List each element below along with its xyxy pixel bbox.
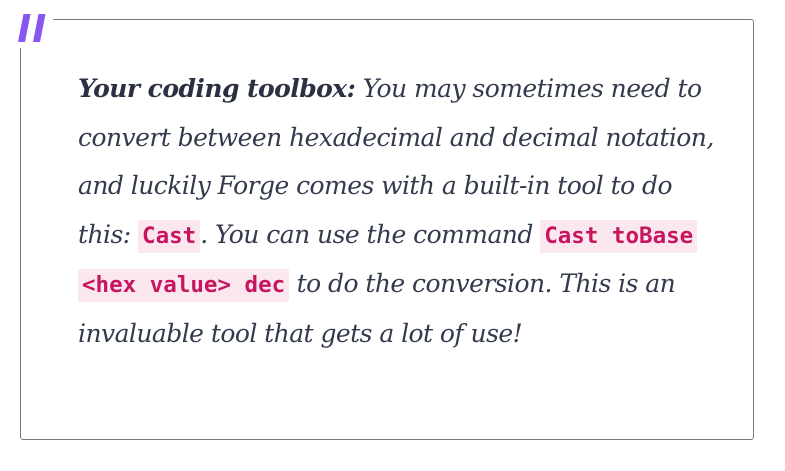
- callout-box: Your coding toolbox: You may sometimes n…: [20, 19, 754, 440]
- callout-lead: Your coding toolbox:: [78, 74, 356, 103]
- code-cast: Cast: [138, 219, 201, 253]
- quote-icon: [13, 8, 53, 48]
- callout-text: Your coding toolbox: You may sometimes n…: [78, 65, 718, 358]
- callout-text-part-2: . You can use the command: [200, 219, 541, 249]
